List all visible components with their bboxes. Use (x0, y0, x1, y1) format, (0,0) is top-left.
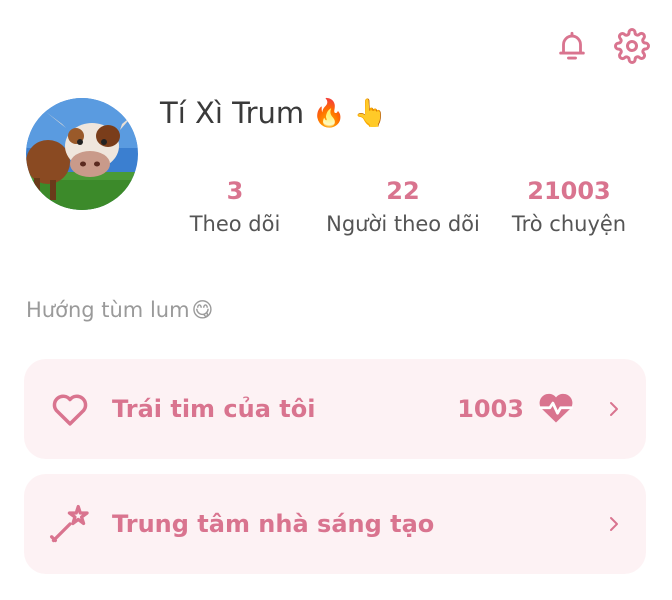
yum-emoji: 😋 (191, 298, 214, 322)
hearts-count: 1003 (457, 395, 524, 423)
chevron-right-icon (598, 398, 620, 420)
my-hearts-card[interactable]: Trái tim của tôi 1003 (24, 359, 646, 459)
heart-pulse-icon (536, 390, 576, 428)
stat-value: 21003 (527, 177, 611, 205)
avatar[interactable] (26, 98, 138, 210)
bio-text: Hướng tùm lum (26, 298, 190, 322)
profile-name-row: Tí Xì Trum 🔥 👆 (160, 96, 387, 130)
gear-icon (614, 28, 650, 64)
chevron-right-icon (598, 513, 620, 535)
top-toolbar (552, 26, 652, 66)
stat-value: 3 (226, 177, 244, 205)
notification-button[interactable] (552, 26, 592, 66)
creator-center-label: Trung tâm nhà sáng tạo (112, 510, 435, 538)
creator-center-card[interactable]: Trung tâm nhà sáng tạo (24, 474, 646, 574)
profile-bio: Hướng tùm lum 😋 (26, 298, 213, 322)
settings-button[interactable] (612, 26, 652, 66)
stat-chats[interactable]: 21003 Trò chuyện (484, 176, 654, 240)
bell-icon (559, 31, 585, 60)
stat-followers[interactable]: 22 Người theo dõi (318, 176, 488, 240)
fire-emoji: 🔥 (312, 97, 346, 129)
magic-wand-icon (46, 500, 94, 548)
stat-label: Trò chuyện (511, 212, 627, 236)
profile-name: Tí Xì Trum (160, 96, 305, 130)
stat-value: 22 (386, 177, 420, 205)
stat-following[interactable]: 3 Theo dõi (150, 176, 320, 240)
my-hearts-label: Trái tim của tôi (112, 395, 316, 423)
stat-label: Người theo dõi (326, 212, 480, 236)
heart-outline-icon (46, 385, 94, 433)
avatar-image (26, 98, 138, 210)
stat-label: Theo dõi (189, 212, 281, 236)
pointing-up-emoji: 👆 (353, 97, 388, 129)
